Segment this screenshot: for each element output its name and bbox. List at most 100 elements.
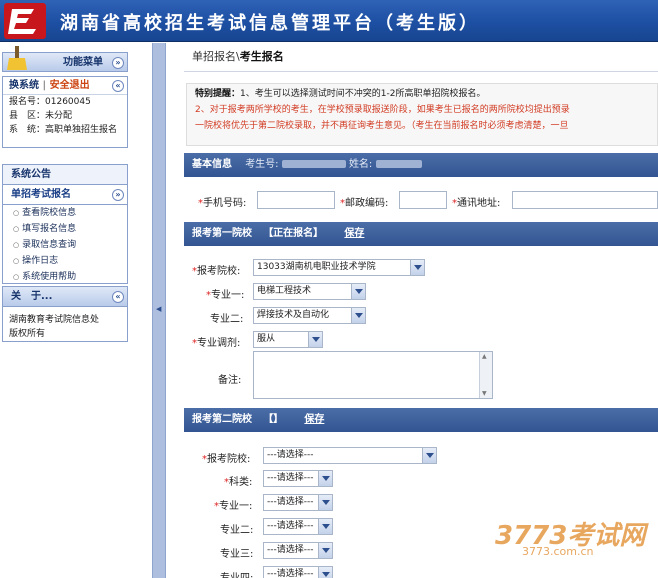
second-major4-select[interactable]: ---请选择---: [263, 566, 333, 578]
second-school-select[interactable]: ---请选择---: [263, 447, 437, 464]
second-major2-label: 专业二:: [220, 525, 254, 536]
chevron-down-icon[interactable]: [422, 448, 436, 463]
chevron-down-icon[interactable]: [318, 495, 332, 510]
second-major3-value: ---请选择---: [267, 545, 314, 555]
phone-input[interactable]: [257, 191, 335, 209]
redacted-exam-no: [281, 160, 346, 168]
first-school-select[interactable]: 13033湖南机电职业技术学院: [253, 259, 425, 276]
name-label: 姓名:: [348, 159, 373, 170]
single-exam-title: 单招考试报名: [11, 189, 71, 200]
chevron-down-icon[interactable]: [410, 260, 424, 275]
breadcrumb-parent[interactable]: 单招报名\: [192, 50, 240, 63]
second-school-bar: 报考第二院校 【】 保存: [184, 408, 658, 432]
menu-fill-registration[interactable]: 填写报名信息: [3, 221, 127, 237]
address-input[interactable]: [512, 191, 658, 209]
second-school-label: *报考院校:: [202, 454, 251, 465]
menu-operation-log[interactable]: 操作日志: [3, 253, 127, 269]
chevron-down-icon[interactable]: [351, 284, 365, 299]
first-adjust-value: 服从: [257, 334, 276, 344]
user-info-panel: 换系统 | 安全退出 « 报名号：01260045 县 区：未分配 系 统：高职…: [2, 76, 128, 148]
notice-line-2: 2、对于报考两所学校的考生，在学校预录取报送阶段，如果考生已报名的两所院校均提出…: [195, 105, 570, 115]
about-title: 关 于...: [11, 291, 53, 302]
about-org: 湖南教育考试院信息处: [9, 315, 100, 325]
menu-admission-query[interactable]: 录取信息查询: [3, 237, 127, 253]
second-major2-select[interactable]: ---请选择---: [263, 518, 333, 535]
notice-line-3: 一院校将优先于第二院校录取，并不再征询考生意见。（考生在当前报名时必须考虑清楚，…: [195, 121, 569, 131]
second-subject-value: ---请选择---: [267, 473, 314, 483]
first-save-link[interactable]: 保存: [344, 228, 364, 239]
menu-help[interactable]: 系统使用帮助: [3, 269, 127, 285]
exam-no-label: 考生号:: [245, 159, 279, 170]
function-menu-panel: 功能菜单 »: [2, 46, 128, 72]
system-notice-header[interactable]: 系统公告: [3, 165, 127, 185]
breadcrumb-current: 考生报名: [239, 50, 284, 63]
exam-no-label: 报名号：: [9, 97, 46, 107]
chevron-down-icon[interactable]: [318, 567, 332, 578]
main-content: 单招报名\考生报名 特别提醒：1、考生可以选择测试时间不冲突的1-2所高职单招院…: [166, 43, 658, 578]
exam-logo-icon: [4, 3, 46, 39]
system-row: 系 统：高职单独招生报名: [3, 123, 127, 137]
chevron-down-icon[interactable]: [308, 332, 322, 347]
zip-input[interactable]: [399, 191, 447, 209]
chevron-down-icon[interactable]: [318, 543, 332, 558]
chevron-down-icon[interactable]: [318, 471, 332, 486]
system-notice-title: 系统公告: [11, 169, 51, 180]
second-major1-label: *专业一:: [214, 501, 253, 512]
second-major3-label: 专业三:: [220, 549, 254, 560]
function-menu-title: 功能菜单: [63, 57, 103, 68]
single-exam-header[interactable]: 单招考试报名 »: [3, 185, 127, 205]
first-major1-label: *专业一:: [206, 290, 245, 301]
menu-view-schools[interactable]: 查看院校信息: [3, 205, 127, 221]
system-label: 系 统：: [9, 125, 46, 135]
zip-label: *邮政编码:: [340, 198, 389, 209]
basic-info-title: 基本信息: [192, 159, 232, 170]
basic-info-bar: 基本信息 考生号: 姓名:: [184, 153, 658, 177]
second-school-status: 【】: [263, 414, 284, 425]
first-adjust-label: *专业调剂:: [192, 338, 241, 349]
first-major1-select[interactable]: 电梯工程技术: [253, 283, 366, 300]
second-save-link[interactable]: 保存: [304, 414, 324, 425]
app-title: 湖南省高校招生考试信息管理平台（考生版）: [60, 13, 480, 34]
switch-system-link[interactable]: 换系统: [9, 80, 39, 91]
county-value: 未分配: [45, 111, 73, 121]
redacted-name: [375, 160, 422, 168]
about-header[interactable]: 关 于... «: [3, 287, 127, 307]
logout-link[interactable]: 安全退出: [50, 80, 90, 91]
watermark-url: 3773.com.cn: [522, 545, 594, 558]
county-label: 县 区：: [9, 111, 46, 121]
chevron-down-icon[interactable]: [318, 519, 332, 534]
first-school-value: 13033湖南机电职业技术学院: [257, 262, 376, 272]
expand-icon[interactable]: »: [112, 189, 124, 201]
breadcrumb: 单招报名\考生报名: [192, 48, 284, 64]
first-major2-select[interactable]: 焊接技术及自动化: [253, 307, 366, 324]
sidebar-splitter[interactable]: ◀: [152, 43, 166, 578]
address-label: *通讯地址:: [452, 198, 501, 209]
broom-icon: [7, 46, 27, 70]
user-info-header: 换系统 | 安全退出 «: [3, 77, 127, 95]
collapse-icon[interactable]: «: [112, 80, 124, 92]
second-major3-select[interactable]: ---请选择---: [263, 542, 333, 559]
notice-label: 特别提醒：: [195, 89, 241, 99]
first-school-label: *报考院校:: [192, 266, 241, 277]
county-row: 县 区：未分配: [3, 109, 127, 123]
chevron-down-icon[interactable]: [351, 308, 365, 323]
second-major1-select[interactable]: ---请选择---: [263, 494, 333, 511]
second-major1-value: ---请选择---: [267, 497, 314, 507]
first-adjust-select[interactable]: 服从: [253, 331, 323, 348]
collapse-sidebar-icon[interactable]: ◀: [156, 305, 161, 313]
registration-panel: 系统公告 单招考试报名 » 查看院校信息 填写报名信息 录取信息查询 操作日志 …: [2, 164, 128, 284]
second-subject-select[interactable]: ---请选择---: [263, 470, 333, 487]
scrollbar[interactable]: ▲ ▼: [479, 352, 492, 398]
second-school-value: ---请选择---: [267, 450, 314, 460]
expand-icon[interactable]: »: [112, 57, 124, 69]
first-remark-textarea[interactable]: ▲ ▼: [253, 351, 493, 399]
second-major4-label: 专业四:: [220, 569, 253, 578]
system-value: 高职单独招生报名: [45, 125, 118, 135]
collapse-icon[interactable]: «: [112, 291, 124, 303]
about-panel: 关 于... « 湖南教育考试院信息处 版权所有: [2, 286, 128, 342]
app-header: 湖南省高校招生考试信息管理平台（考生版）: [0, 0, 658, 42]
first-school-bar: 报考第一院校 【正在报名】 保存: [184, 222, 658, 246]
first-school-status: 【正在报名】: [263, 228, 324, 239]
second-major4-value: ---请选择---: [267, 569, 314, 578]
exam-no-value: 01260045: [45, 97, 91, 107]
